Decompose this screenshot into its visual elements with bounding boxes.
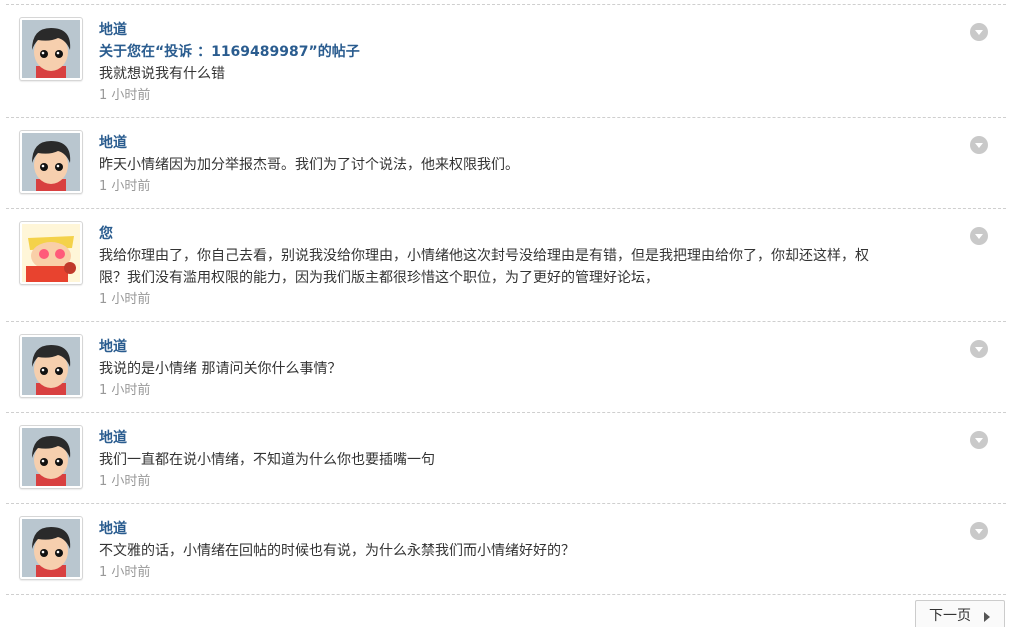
message-row: 地道 不文雅的话，小情绪在回帖的时候也有说，为什么永禁我们而小情绪好好的？ 1 …	[6, 503, 1006, 595]
message-row: 地道 我说的是小情绪 那请问关你什么事情？ 1 小时前	[6, 321, 1006, 412]
message-list: 地道 关于您在“投诉 ：1169489987”的帖子 我就想说我有什么错 1 小…	[6, 4, 1006, 595]
sender-name[interactable]: 地道	[99, 132, 1006, 154]
sender-name[interactable]: 地道	[99, 336, 1006, 358]
message-text: 我说的是小情绪 那请问关你什么事情？	[99, 361, 342, 377]
chevron-down-icon[interactable]	[970, 340, 988, 358]
message-subject[interactable]: 关于您在“投诉 ：1169489987”的帖子	[99, 41, 1006, 63]
chevron-down-icon[interactable]	[970, 431, 988, 449]
chevron-down-icon[interactable]	[970, 136, 988, 154]
message-row: 地道 我们一直都在说小情绪，不知道为什么你也要插嘴一句 1 小时前	[6, 412, 1006, 503]
cartoon-avatar-icon[interactable]	[19, 221, 83, 285]
message-row: 您 我给你理由了，你自己去看，别说我没给你理由，小情绪他这次封号没给理由是有错，…	[6, 208, 1006, 321]
message-time: 1 小时前	[99, 474, 151, 489]
boy-avatar-icon[interactable]	[19, 425, 83, 489]
boy-avatar-icon[interactable]	[19, 334, 83, 398]
message-time: 1 小时前	[99, 179, 151, 194]
sender-name[interactable]: 地道	[99, 518, 1006, 540]
chevron-down-icon[interactable]	[970, 522, 988, 540]
chevron-down-icon[interactable]	[970, 23, 988, 41]
boy-avatar-icon[interactable]	[19, 516, 83, 580]
message-row: 地道 关于您在“投诉 ：1169489987”的帖子 我就想说我有什么错 1 小…	[6, 4, 1006, 117]
boy-avatar-icon[interactable]	[19, 130, 83, 194]
next-page-button[interactable]: 下一页	[915, 600, 1005, 627]
message-text: 我就想说我有什么错	[99, 66, 225, 82]
message-time: 1 小时前	[99, 292, 151, 307]
boy-avatar-icon[interactable]	[19, 17, 83, 81]
chevron-right-icon	[984, 612, 990, 622]
message-text: 不文雅的话，小情绪在回帖的时候也有说，为什么永禁我们而小情绪好好的？	[99, 543, 575, 559]
message-text: 我给你理由了，你自己去看，别说我没给你理由，小情绪他这次封号没给理由是有错，但是…	[99, 248, 869, 286]
message-text: 我们一直都在说小情绪，不知道为什么你也要插嘴一句	[99, 452, 435, 468]
message-text: 昨天小情绪因为加分举报杰哥。我们为了讨个说法，他来权限我们。	[99, 157, 519, 173]
sender-name[interactable]: 地道	[99, 19, 1006, 41]
sender-name[interactable]: 您	[99, 223, 1006, 245]
next-page-label: 下一页	[929, 608, 971, 624]
message-time: 1 小时前	[99, 88, 151, 103]
message-time: 1 小时前	[99, 383, 151, 398]
message-time: 1 小时前	[99, 565, 151, 580]
chevron-down-icon[interactable]	[970, 227, 988, 245]
message-row: 地道 昨天小情绪因为加分举报杰哥。我们为了讨个说法，他来权限我们。 1 小时前	[6, 117, 1006, 208]
sender-name[interactable]: 地道	[99, 427, 1006, 449]
